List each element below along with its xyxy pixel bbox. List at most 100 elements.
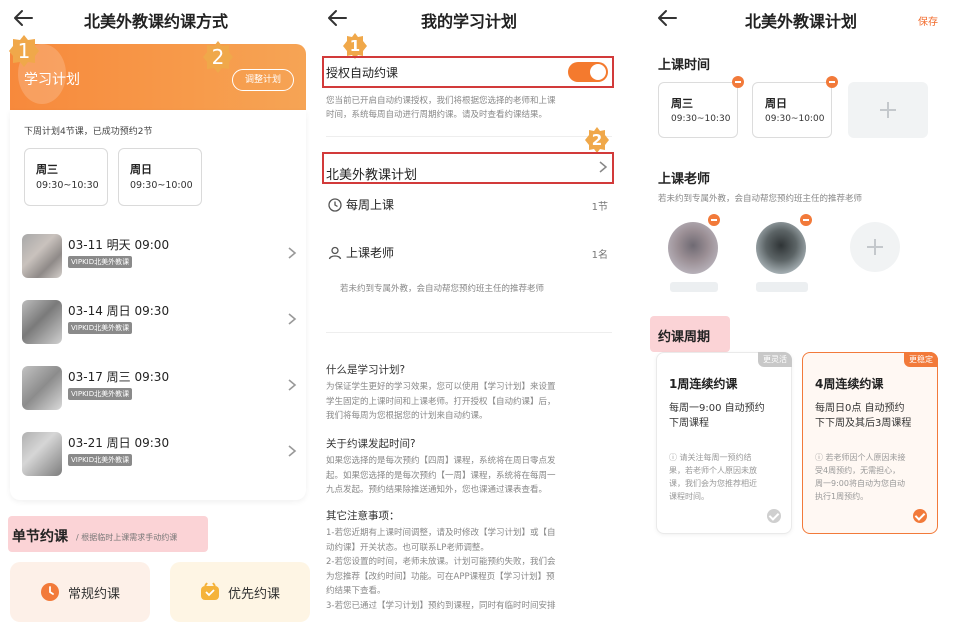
page-title: 北美外教课约课方式 [83, 12, 228, 31]
faq-answer: 1-若您近期有上课时间调整，请及时修改【学习计划】或【自 动约课】开关状态。也可… [326, 526, 616, 613]
unselected-check-icon[interactable] [767, 509, 781, 523]
slot-time: 09:30~10:00 [765, 114, 825, 124]
step-marker-2: 2 [584, 126, 610, 154]
lesson-list-item[interactable]: 03-21 周日 09:30 VIPKID北美外教课 [10, 422, 306, 486]
cycle-option-1-week[interactable]: 更灵活 1周连续约课 每周一9:00 自动预约 下周课程 ⓘ 请关注每周一预约结… [656, 352, 792, 534]
lesson-date: 03-21 周日 09:30 [68, 436, 170, 450]
time-slot-card[interactable]: 周三 09:30~10:30 [658, 82, 738, 138]
time-slot-card[interactable]: 周三 09:30~10:30 [24, 148, 108, 206]
slot-day: 周三 [36, 163, 58, 176]
weekly-lessons-row: 每周上课 1节 [326, 196, 612, 216]
teacher-avatar-blurred [22, 300, 62, 344]
weekly-lessons-label: 每周上课 [346, 198, 395, 212]
toggle-knob [590, 64, 606, 80]
selected-check-icon[interactable] [913, 509, 927, 523]
auto-booking-toggle[interactable] [568, 62, 608, 82]
note-line: 课，我们会为您推荐相近 [669, 479, 757, 488]
add-teacher-button[interactable] [850, 222, 900, 272]
regular-booking-button[interactable]: 常规约课 [10, 562, 150, 622]
teacher-avatar-blurred [22, 234, 62, 278]
step-marker-2: 2 [202, 40, 234, 74]
lesson-tag: VIPKID北美外教课 [68, 388, 133, 400]
faq-answer-line: 约结果下查看。 [326, 586, 386, 596]
option-note: ⓘ 请关注每周一预约结 果，若老师个人原因未放 课，我们会为您推荐相近 课程时间… [669, 451, 785, 503]
plan-settings-screen: 北美外教课计划 保存 上课时间 周三 09:30~10:30 周日 09:30~… [642, 0, 960, 640]
remove-teacher-icon[interactable] [800, 214, 812, 226]
priority-booking-button[interactable]: 优先约课 [170, 562, 310, 622]
page-title: 我的学习计划 [420, 12, 517, 31]
option-title: 1周连续约课 [669, 377, 738, 391]
lesson-list-item[interactable]: 03-17 周三 09:30 VIPKID北美外教课 [10, 356, 306, 420]
faq-answer: 为保证学生更好的学习效果，您可以使用【学习计划】来设置 学生固定的上课时间和上课… [326, 380, 616, 424]
option-title: 4周连续约课 [815, 377, 884, 391]
faq-answer-line: 起。如果您选择的是每次预约【一周】课程，系统将在每周一 [326, 470, 556, 481]
faq-answer-line: 动约课】开关状态。也可联系LP老师调整。 [326, 542, 489, 553]
description-line: 下周课程 [669, 418, 709, 429]
remove-slot-icon[interactable] [732, 76, 744, 88]
faq-answer-line: 我们将每周为您根据您的计划来自动约课。 [326, 411, 488, 421]
note-line: ⓘ 请关注每周一预约结 [669, 453, 752, 462]
faq-question: 关于约课发起时间? [326, 438, 416, 450]
faq-answer-line: 1-若您近期有上课时间调整，请及时修改【学习计划】或【自 [326, 528, 556, 538]
remove-teacher-icon[interactable] [708, 214, 720, 226]
single-booking-subtitle: / 根据临时上课需求手动约课 [76, 533, 178, 542]
note-line: 受4周预约，无需担心， [815, 466, 901, 475]
class-time-title: 上课时间 [658, 58, 711, 73]
plan-row-label[interactable]: 北美外教课计划 [326, 164, 417, 183]
teacher-title: 上课老师 [658, 172, 711, 187]
lesson-tag: VIPKID北美外教课 [68, 454, 133, 466]
chevron-right-icon [288, 313, 297, 325]
booking-methods-screen: 北美外教课约课方式 学习计划 调整计划 1 2 下周计划4节课，已成功预约2节 … [0, 0, 312, 640]
booking-cycle-title: 约课周期 [658, 330, 711, 345]
slot-time: 09:30~10:30 [36, 180, 99, 191]
faq-answer: 如果您选择的是每次预约【四周】课程，系统将在周日零点发 起。如果您选择的是每次预… [326, 454, 616, 498]
slot-day: 周日 [130, 163, 152, 176]
chevron-right-icon[interactable] [598, 160, 608, 174]
remove-slot-icon[interactable] [826, 76, 838, 88]
time-slot-card[interactable]: 周日 09:30~10:00 [752, 82, 832, 138]
teacher-label: 上课老师 [346, 246, 395, 260]
faq-answer-line: 2-若您设置的时间，老师未放课。计划可能预约失败，我们会 [326, 557, 556, 567]
option-note: ⓘ 若老师因个人原因未接 受4周预约，无需担心， 周一9:00将自动为您自动 执… [815, 451, 931, 503]
divider [326, 136, 612, 137]
adjust-plan-button[interactable]: 调整计划 [232, 69, 294, 91]
slot-day: 周日 [765, 97, 787, 110]
faq-answer-line: 如果您选择的是每次预约【四周】课程，系统将在周日零点发 [326, 456, 556, 466]
header: 北美外教课约课方式 [0, 0, 312, 40]
time-slot-card[interactable]: 周日 09:30~10:00 [118, 148, 202, 206]
lesson-list-item[interactable]: 03-14 周日 09:30 VIPKID北美外教课 [10, 290, 306, 354]
teacher-avatar-blurred[interactable] [756, 222, 806, 274]
description-line: 您当前已开启自动约课授权，我们将根据您选择的老师和上课 [326, 96, 556, 106]
note-line: 执行1周预约。 [815, 492, 869, 501]
note-line: 果，若老师个人原因未放 [669, 466, 757, 475]
save-button[interactable]: 保存 [918, 13, 938, 28]
teacher-avatar-blurred[interactable] [668, 222, 718, 274]
auto-booking-description: 您当前已开启自动约课授权，我们将根据您选择的老师和上课 时间，系统每周自动进行周… [326, 94, 556, 122]
faq-question: 什么是学习计划? [326, 364, 406, 376]
teacher-value: 1名 [591, 250, 608, 261]
faq-question: 其它注意事项： [326, 510, 400, 522]
teacher-note: 若未约到专属外教，会自动帮您预约班主任的推荐老师 [340, 284, 545, 294]
description-line: 每周一9:00 自动预约 [669, 403, 765, 414]
cycle-option-4-week[interactable]: 更稳定 4周连续约课 每周日0点 自动预约 下下周及其后3周课程 ⓘ 若老师因个… [802, 352, 938, 534]
option-badge: 更灵活 [758, 352, 792, 367]
plus-icon [867, 239, 883, 255]
single-booking-title: 单节约课 [12, 529, 68, 545]
lesson-date: 03-11 明天 09:00 [68, 238, 170, 252]
weekly-lessons-value: 1节 [591, 202, 608, 213]
priority-booking-label: 优先约课 [228, 587, 281, 602]
clock-icon [328, 198, 342, 212]
divider [326, 332, 612, 333]
my-study-plan-screen: 我的学习计划 1 授权自动约课 您当前已开启自动约课授权，我们将根据您选择的老师… [318, 0, 620, 640]
header: 北美外教课计划 保存 [642, 0, 960, 40]
description-line: 下下周及其后3周课程 [815, 418, 912, 429]
regular-booking-label: 常规约课 [68, 587, 121, 602]
description-line: 时间，系统每周自动进行周期约课。请及时查看约课结果。 [326, 110, 548, 120]
lesson-list-item[interactable]: 03-11 明天 09:00 VIPKID北美外教课 [10, 224, 306, 288]
teacher-name-blurred [756, 282, 808, 292]
faq-answer-line: 学生固定的上课时间和上课老师。打开授权【自动约课】后， [326, 396, 556, 407]
single-booking-section: 单节约课 / 根据临时上课需求手动约课 [8, 516, 208, 552]
add-time-slot-button[interactable] [848, 82, 928, 138]
lesson-tag: VIPKID北美外教课 [68, 322, 133, 334]
study-plan-title: 学习计划 [24, 72, 80, 88]
